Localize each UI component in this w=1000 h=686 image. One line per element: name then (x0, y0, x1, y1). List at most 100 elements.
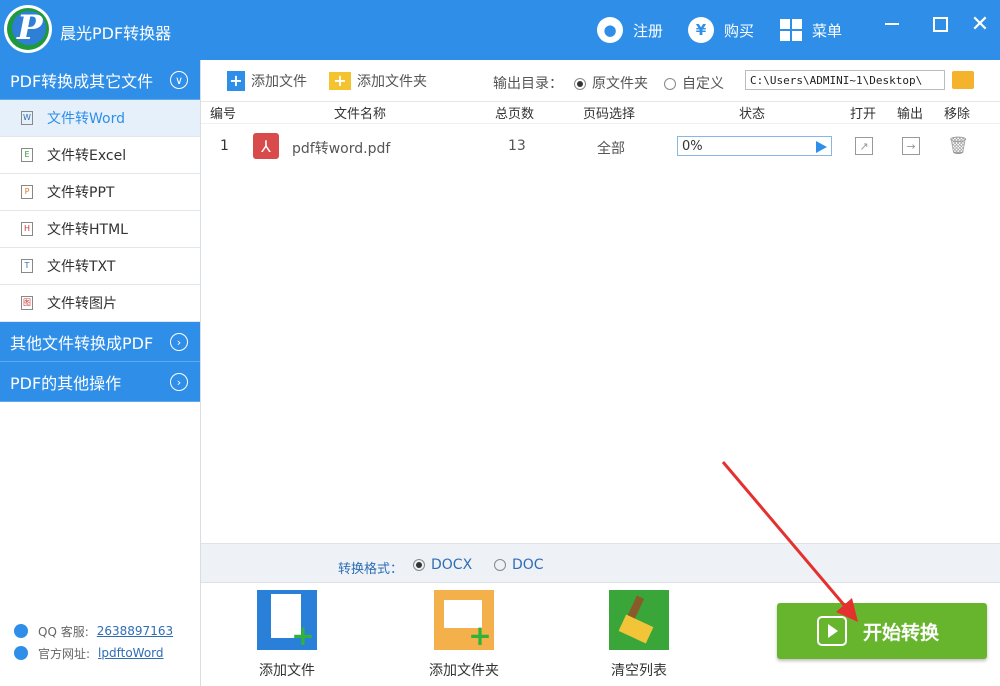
format-option-doc[interactable]: DOC (494, 557, 544, 573)
add-folder-button[interactable]: + 添加文件夹 (414, 590, 514, 680)
toolbar: + 添加文件 + 添加文件夹 输出目录： 原文件夹 自定义 C:\Users\A… (201, 60, 1000, 102)
maximize-button[interactable] (928, 12, 952, 36)
add-folder-icon: + (329, 71, 351, 90)
toolbar-add-folder-label: 添加文件夹 (357, 73, 427, 90)
play-icon[interactable] (816, 141, 827, 153)
user-icon: ● (597, 17, 623, 43)
html-file-icon: H (21, 222, 33, 236)
sidebar-section-pdf-to-other[interactable]: PDF转换成其它文件 ∨ (0, 60, 200, 100)
chevron-right-icon: › (170, 373, 188, 391)
word-file-icon: W (21, 111, 33, 125)
title-bar: P 晨光PDF转换器 ● 注册 ¥ 购买 菜单 ✕ (0, 0, 1000, 60)
format-option-docx[interactable]: DOCX (413, 557, 472, 573)
sidebar-item-label: 文件转Word (47, 111, 125, 127)
radio-icon (574, 78, 586, 90)
buy-label: 购买 (724, 21, 755, 40)
sidebar-section-label: PDF转换成其它文件 (10, 71, 154, 91)
sidebar-item-to-html[interactable]: H 文件转HTML (0, 211, 200, 248)
add-file-big-icon: + (257, 590, 317, 650)
radio-icon (413, 559, 425, 571)
register-label: 注册 (633, 21, 664, 40)
chevron-right-icon: › (170, 333, 188, 351)
col-header-page-select: 页码选择 (583, 107, 636, 122)
register-button[interactable]: ● 注册 (597, 17, 663, 43)
col-header-filename: 文件名称 (334, 107, 387, 122)
toolbar-add-file-label: 添加文件 (251, 73, 307, 90)
app-logo-icon: P (4, 5, 52, 53)
row-progress-text: 0% (682, 138, 703, 154)
sidebar-section-pdf-other-ops[interactable]: PDF的其他操作 › (0, 362, 200, 402)
trash-icon[interactable]: 🗑 (947, 136, 969, 156)
sidebar-item-to-word[interactable]: W 文件转Word (0, 100, 200, 137)
radio-source-label: 原文件夹 (592, 76, 648, 92)
open-external-icon[interactable]: ↗ (855, 137, 873, 155)
sidebar-item-label: 文件转TXT (47, 259, 116, 275)
sidebar-item-label: 文件转HTML (47, 222, 128, 238)
app-title: 晨光PDF转换器 (60, 24, 172, 43)
radio-icon (494, 559, 506, 571)
clear-list-label: 清空列表 (611, 663, 667, 679)
col-header-open: 打开 (850, 107, 877, 122)
sidebar-item-to-ppt[interactable]: P 文件转PPT (0, 174, 200, 211)
site-label: 官方网址: (38, 646, 91, 661)
radio-icon (664, 78, 676, 90)
output-dir-label: 输出目录： (493, 76, 563, 92)
broom-icon (609, 590, 669, 650)
chevron-down-icon: ∨ (170, 71, 188, 89)
start-convert-button[interactable]: 开始转换 (777, 603, 987, 659)
row-index: 1 (220, 138, 229, 154)
add-file-label: 添加文件 (259, 663, 315, 679)
format-doc-label: DOC (512, 557, 544, 573)
format-label: 转换格式： (338, 562, 404, 577)
image-file-icon: 图 (21, 296, 33, 310)
browse-folder-icon[interactable] (952, 71, 974, 89)
radio-custom-label: 自定义 (682, 76, 724, 92)
file-table: 编号 文件名称 总页数 页码选择 状态 打开 输出 移除 1 ⅄ pdf转wor… (201, 102, 1000, 170)
radio-source-folder[interactable]: 原文件夹 (574, 73, 648, 93)
txt-file-icon: T (21, 259, 33, 273)
menu-button[interactable]: 菜单 (780, 17, 842, 43)
buy-button[interactable]: ¥ 购买 (688, 17, 754, 43)
row-progress-bar: 0% (677, 136, 832, 156)
sidebar-section-other-to-pdf[interactable]: 其他文件转换成PDF › (0, 322, 200, 362)
sidebar-item-label: 文件转Excel (47, 148, 127, 164)
sidebar-item-label: 文件转PPT (47, 185, 115, 201)
col-header-pages: 总页数 (495, 107, 535, 122)
toolbar-add-file-button[interactable]: + 添加文件 (227, 70, 307, 91)
minimize-button[interactable] (880, 12, 904, 36)
ie-icon (14, 646, 28, 660)
excel-file-icon: E (21, 148, 33, 162)
toolbar-add-folder-button[interactable]: + 添加文件夹 (329, 71, 427, 91)
sidebar-item-label: 文件转图片 (47, 296, 117, 312)
sidebar-item-to-excel[interactable]: E 文件转Excel (0, 137, 200, 174)
sidebar-section-label: PDF的其他操作 (10, 373, 122, 393)
table-row[interactable]: 1 ⅄ pdf转word.pdf 13 全部 0% ↗ → 🗑 (201, 124, 1000, 170)
radio-custom-folder[interactable]: 自定义 (664, 73, 724, 93)
sidebar-item-to-txt[interactable]: T 文件转TXT (0, 248, 200, 285)
format-bar: 转换格式： DOCX DOC (201, 543, 1000, 583)
format-docx-label: DOCX (431, 557, 473, 573)
sidebar-footer: QQ 客服: 2638897163 官方网址: lpdftoWord (0, 620, 200, 664)
output-path-field[interactable]: C:\Users\ADMINI~1\Desktop\ (745, 70, 945, 90)
sidebar-item-to-image[interactable]: 图 文件转图片 (0, 285, 200, 322)
add-file-button[interactable]: + 添加文件 (237, 590, 337, 680)
close-button[interactable]: ✕ (968, 12, 992, 37)
start-convert-label: 开始转换 (863, 621, 940, 644)
pdf-file-icon: ⅄ (253, 133, 279, 159)
sidebar: PDF转换成其它文件 ∨ W 文件转Word E 文件转Excel P 文件转P… (0, 60, 201, 686)
row-filename: pdf转word.pdf (292, 141, 391, 157)
yen-icon: ¥ (688, 17, 714, 43)
qq-link[interactable]: 2638897163 (97, 624, 173, 638)
output-icon[interactable]: → (902, 137, 920, 155)
site-link[interactable]: lpdftoWord (98, 646, 163, 660)
clear-list-button[interactable]: 清空列表 (589, 590, 689, 680)
row-pages: 13 (508, 138, 526, 154)
sidebar-section-label: 其他文件转换成PDF (10, 333, 154, 353)
col-header-status: 状态 (739, 107, 766, 122)
add-folder-big-icon: + (434, 590, 494, 650)
table-header: 编号 文件名称 总页数 页码选择 状态 打开 输出 移除 (201, 102, 1000, 124)
col-header-output: 输出 (897, 107, 924, 122)
menu-grid-icon (780, 19, 802, 41)
col-header-remove: 移除 (944, 107, 971, 122)
row-page-selection[interactable]: 全部 (597, 138, 625, 158)
